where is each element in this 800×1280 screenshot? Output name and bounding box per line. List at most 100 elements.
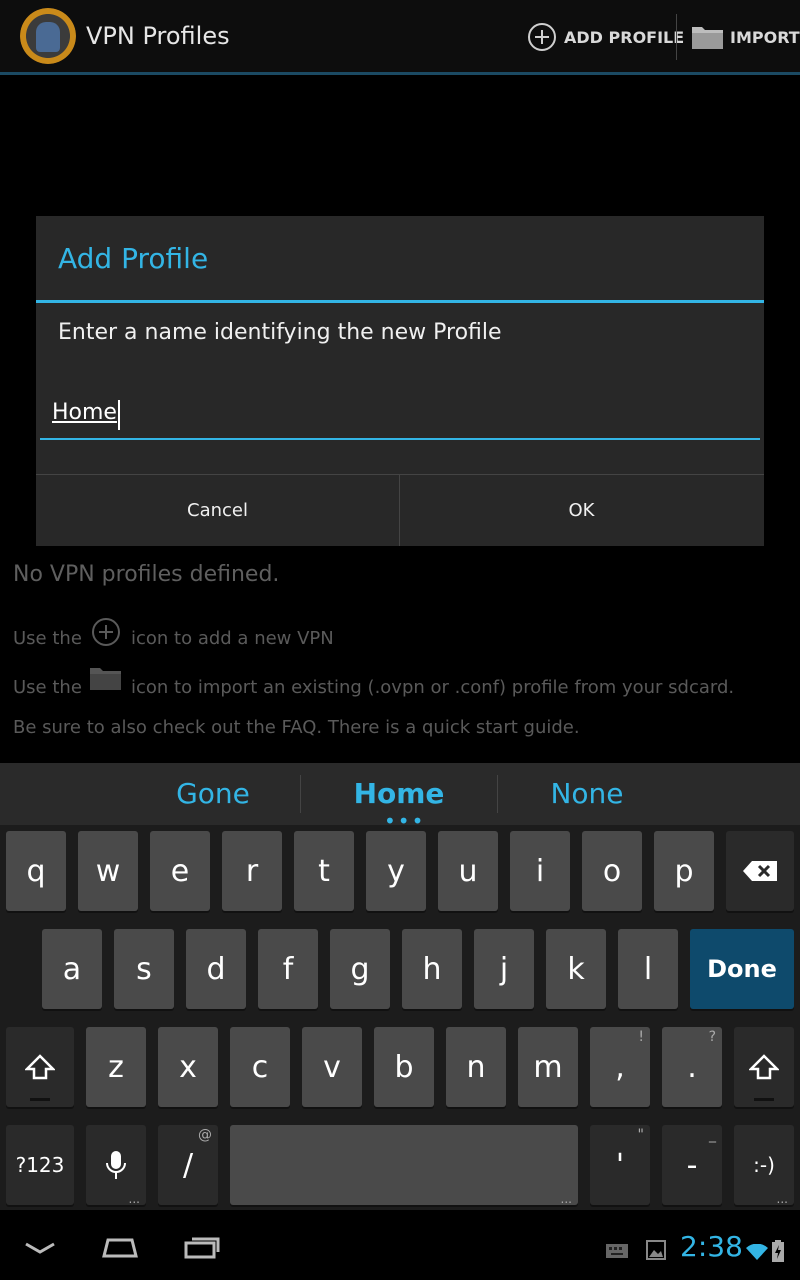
key-slash-label: / (182, 1147, 194, 1183)
key-q[interactable]: q (6, 831, 66, 911)
done-key[interactable]: Done (690, 929, 794, 1009)
shift-key-right[interactable] (734, 1027, 794, 1107)
action-bar: VPN Profiles ADD PROFILE IMPORT (0, 0, 800, 75)
recent-apps-icon[interactable] (182, 1234, 222, 1260)
clock: 2:38 (680, 1230, 743, 1263)
key-z[interactable]: z (86, 1027, 146, 1107)
key-c[interactable]: c (230, 1027, 290, 1107)
microphone-icon (106, 1151, 126, 1179)
key-m[interactable]: m (518, 1027, 578, 1107)
key-p[interactable]: p (654, 831, 714, 911)
gallery-notification-icon (646, 1240, 666, 1260)
key-n[interactable]: n (446, 1027, 506, 1107)
key-dash-label: - (686, 1147, 698, 1183)
more-options-indicator: ... (776, 1192, 788, 1206)
key-period[interactable]: . ? (662, 1027, 722, 1107)
key-dash[interactable]: - _ (662, 1125, 722, 1205)
folder-icon (90, 668, 121, 690)
backspace-icon (743, 861, 777, 881)
key-slash[interactable]: / @ (158, 1125, 218, 1205)
plus-circle-icon (92, 618, 120, 646)
hint-add-before: Use the (13, 628, 82, 649)
keyboard-notification-icon (606, 1244, 628, 1258)
text-cursor (118, 400, 120, 430)
key-l[interactable]: l (618, 929, 678, 1009)
profile-name-value: Home (52, 400, 117, 425)
hint-faq: Be sure to also check out the FAQ. There… (13, 717, 580, 738)
suggestion-gone[interactable]: Gone (113, 777, 313, 810)
battery-charging-icon (772, 1240, 784, 1262)
shift-indicator (30, 1098, 50, 1101)
key-b[interactable]: b (374, 1027, 434, 1107)
cancel-button[interactable]: Cancel (36, 475, 399, 546)
key-j[interactable]: j (474, 929, 534, 1009)
import-button[interactable]: IMPORT (690, 14, 800, 60)
suggestion-strip: Gone Home None ••• (0, 763, 800, 833)
wifi-icon (746, 1244, 768, 1260)
key-w[interactable]: w (78, 831, 138, 911)
key-e[interactable]: e (150, 831, 210, 911)
empty-state-title: No VPN profiles defined. (13, 562, 280, 587)
key-comma-label: , (615, 1049, 625, 1085)
smiley-key[interactable]: :-) ... (734, 1125, 794, 1205)
hint-import-before: Use the (13, 677, 82, 698)
more-options-indicator: ... (128, 1192, 140, 1206)
key-apostrophe-hint: " (637, 1127, 644, 1143)
add-profile-dialog: Add Profile Enter a name identifying the… (36, 216, 764, 546)
home-icon[interactable] (100, 1234, 140, 1260)
key-period-label: . (687, 1049, 697, 1085)
soft-keyboard: q w e r t y u i o p a s d f g h j k l Do… (0, 825, 800, 1210)
app-icon[interactable] (20, 8, 76, 64)
dialog-title: Add Profile (58, 242, 209, 275)
more-options-indicator: ... (560, 1192, 572, 1206)
backspace-key[interactable] (726, 831, 794, 911)
key-f[interactable]: f (258, 929, 318, 1009)
hint-add-after: icon to add a new VPN (131, 628, 334, 649)
space-key[interactable]: ... (230, 1125, 578, 1205)
key-x[interactable]: x (158, 1027, 218, 1107)
profile-name-input[interactable]: Home (40, 394, 760, 440)
smiley-label: :-) (753, 1153, 775, 1177)
key-g[interactable]: g (330, 929, 390, 1009)
shift-icon (749, 1054, 779, 1080)
app-title: VPN Profiles (86, 22, 230, 50)
ok-button[interactable]: OK (400, 475, 763, 546)
key-d[interactable]: d (186, 929, 246, 1009)
suggestion-none[interactable]: None (487, 777, 687, 810)
key-s[interactable]: s (114, 929, 174, 1009)
system-nav-bar: 2:38 (0, 1210, 800, 1280)
dialog-title-divider (36, 300, 764, 303)
folder-icon (692, 27, 723, 49)
hint-import-after: icon to import an existing (.ovpn or .co… (131, 677, 735, 698)
key-v[interactable]: v (302, 1027, 362, 1107)
key-comma-hint: ! (638, 1029, 644, 1045)
import-label: IMPORT (730, 27, 800, 47)
key-k[interactable]: k (546, 929, 606, 1009)
shift-icon (25, 1054, 55, 1080)
key-t[interactable]: t (294, 831, 354, 911)
hide-keyboard-icon[interactable] (20, 1238, 60, 1258)
key-a[interactable]: a (42, 929, 102, 1009)
key-i[interactable]: i (510, 831, 570, 911)
key-dash-hint: _ (709, 1127, 716, 1143)
add-profile-label: ADD PROFILE (564, 27, 685, 47)
key-slash-hint: @ (198, 1127, 212, 1143)
key-apostrophe[interactable]: ' " (590, 1125, 650, 1205)
shift-key-left[interactable] (6, 1027, 74, 1107)
plus-circle-icon (528, 23, 556, 51)
shift-indicator (754, 1098, 774, 1101)
symbols-key[interactable]: ?123 (6, 1125, 74, 1205)
key-u[interactable]: u (438, 831, 498, 911)
action-divider (676, 14, 677, 60)
suggestion-home[interactable]: Home (299, 777, 499, 810)
key-o[interactable]: o (582, 831, 642, 911)
voice-input-key[interactable]: ... (86, 1125, 146, 1205)
add-profile-button[interactable]: ADD PROFILE (526, 14, 684, 60)
key-comma[interactable]: , ! (590, 1027, 650, 1107)
dialog-message: Enter a name identifying the new Profile (58, 320, 502, 345)
key-period-hint: ? (708, 1029, 716, 1045)
key-y[interactable]: y (366, 831, 426, 911)
key-h[interactable]: h (402, 929, 462, 1009)
key-r[interactable]: r (222, 831, 282, 911)
key-apostrophe-label: ' (615, 1147, 625, 1183)
